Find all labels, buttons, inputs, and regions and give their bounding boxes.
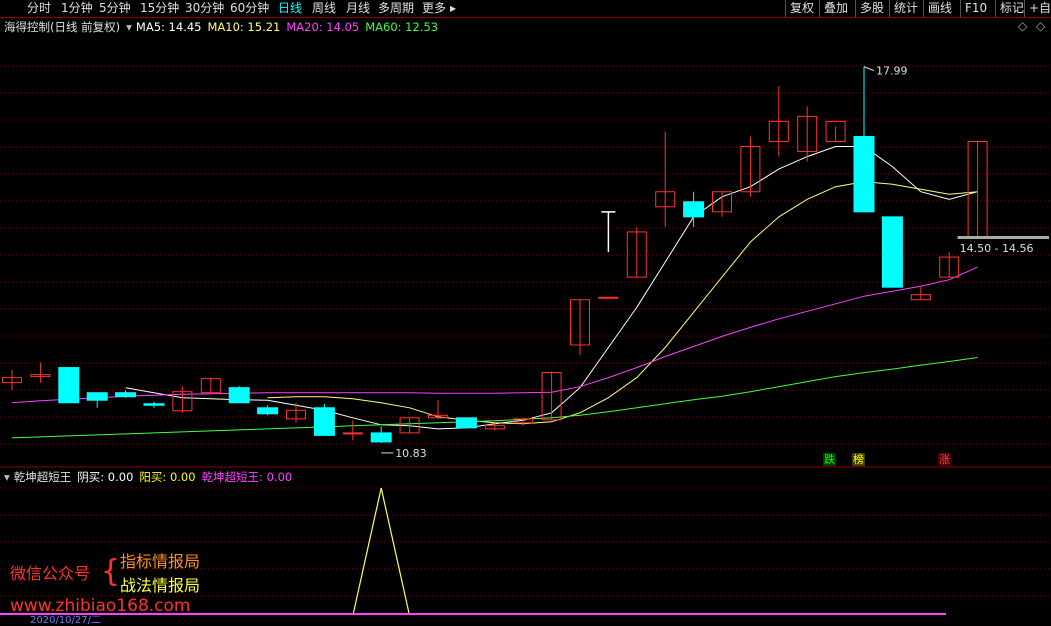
signal-marker-2: 涨 — [938, 453, 951, 466]
candle-down — [881, 216, 903, 288]
settings-icon[interactable]: ▾ — [126, 20, 132, 34]
ma-legend-3: MA60: 12.53 — [365, 20, 439, 34]
period-tab-7[interactable]: 周线 — [312, 0, 336, 17]
toolbar-button-3[interactable]: 统计 — [889, 0, 922, 17]
signal-marker-0: 跌 — [823, 453, 836, 466]
candle-down — [313, 407, 335, 436]
high-arrow — [863, 66, 875, 72]
candle-down — [143, 403, 165, 406]
ma-line-MA20 — [11, 266, 978, 404]
toolbar-button-1[interactable]: 叠加 — [819, 0, 852, 17]
diamond-icon: ◇ — [1018, 19, 1028, 33]
indicator-legend-1: 阳买: 0.00 — [139, 470, 196, 484]
period-tab-0[interactable]: 分时 — [27, 0, 51, 17]
range-label: 14.50 - 14.56 — [960, 242, 1034, 255]
candle-up — [598, 296, 619, 299]
price-chart-panel: 17.99 10.83 14.50 - 14.56 ◇ ◇ 海得控制(日线 前复权) ▾ M… — [0, 18, 1051, 468]
more-arrow-icon[interactable]: ▸ — [450, 0, 456, 17]
candle-down — [86, 392, 108, 401]
brace-glyph: { — [101, 554, 121, 589]
candle-down — [257, 407, 279, 415]
period-tab-2[interactable]: 5分钟 — [99, 0, 131, 17]
ma-legend-2: MA20: 14.05 — [286, 20, 360, 34]
candle-down — [683, 201, 705, 218]
high-label: 17.99 — [876, 65, 908, 78]
candle-down — [370, 432, 392, 443]
stock-title: 海得控制(日线 前复权) — [4, 20, 121, 34]
period-tab-9[interactable]: 多周期 — [378, 0, 414, 17]
diamond-icon: ◇ — [1036, 19, 1046, 33]
candle-down — [228, 387, 250, 404]
candle-down — [115, 392, 137, 398]
toolbar-button-7[interactable]: +自 — [1024, 0, 1051, 17]
indicator-legend: ▾ 乾坤超短王 阴买: 0.00 阳买: 0.00 乾坤超短王: 0.00 — [4, 469, 304, 485]
period-tab-3[interactable]: 15分钟 — [140, 0, 179, 17]
indicator-panel: ▾ 乾坤超短王 阴买: 0.00 阳买: 0.00 乾坤超短王: 0.00 微信公众号 … — [0, 468, 1051, 626]
period-tab-5[interactable]: 60分钟 — [230, 0, 269, 17]
footer-date: 2020/10/27/二 — [30, 615, 102, 626]
period-tab-1[interactable]: 1分钟 — [61, 0, 93, 17]
watermark-line2: 战法情报局 — [120, 576, 201, 595]
indicator-settings-icon[interactable]: ▾ — [4, 470, 10, 484]
ma-legend-1: MA10: 15.21 — [207, 20, 281, 34]
indicator-spike — [352, 487, 410, 615]
ma-legend-0: MA5: 14.45 — [135, 20, 202, 34]
period-tab-10[interactable]: 更多 — [422, 0, 446, 17]
toolbar-button-2[interactable]: 多股 — [855, 0, 888, 17]
indicator-legend-0: 阴买: 0.00 — [77, 470, 134, 484]
period-tab-4[interactable]: 30分钟 — [185, 0, 224, 17]
wechat-label: 微信公众号 — [10, 564, 91, 583]
candle-down — [58, 367, 80, 404]
candle-down — [853, 135, 875, 213]
watermark-line1: 指标情报局 — [120, 552, 201, 571]
toolbar-button-5[interactable]: F10 — [960, 0, 991, 17]
price-chart-svg: 17.99 10.83 14.50 - 14.56 ◇ ◇ — [0, 19, 1051, 468]
watermark-url[interactable]: www.zhibiao168.com — [10, 596, 190, 616]
period-tab-6[interactable]: 日线 — [278, 0, 302, 17]
t-marker — [601, 211, 616, 253]
indicator-title: 乾坤超短王 — [13, 470, 72, 484]
period-tab-8[interactable]: 月线 — [346, 0, 370, 17]
indicator-legend-2: 乾坤超短王: 0.00 — [201, 470, 293, 484]
signal-marker-1: 榜 — [852, 453, 865, 466]
period-toolbar: 分时 1分钟 5分钟 15分钟 30分钟 60分钟 日线 周线 月线 多周期 更多 ▸ 复权 叠加 多股 统计… — [0, 0, 1051, 18]
ma-line-MA10 — [267, 181, 978, 425]
toolbar-button-4[interactable]: 画线 — [923, 0, 956, 17]
main-legend: 海得控制(日线 前复权) ▾ MA5: 14.45 MA10: 15.21 MA20: … — [4, 19, 450, 35]
low-label: 10.83 — [395, 447, 427, 460]
toolbar-button-0[interactable]: 复权 — [785, 0, 818, 17]
candle-down — [455, 417, 477, 429]
